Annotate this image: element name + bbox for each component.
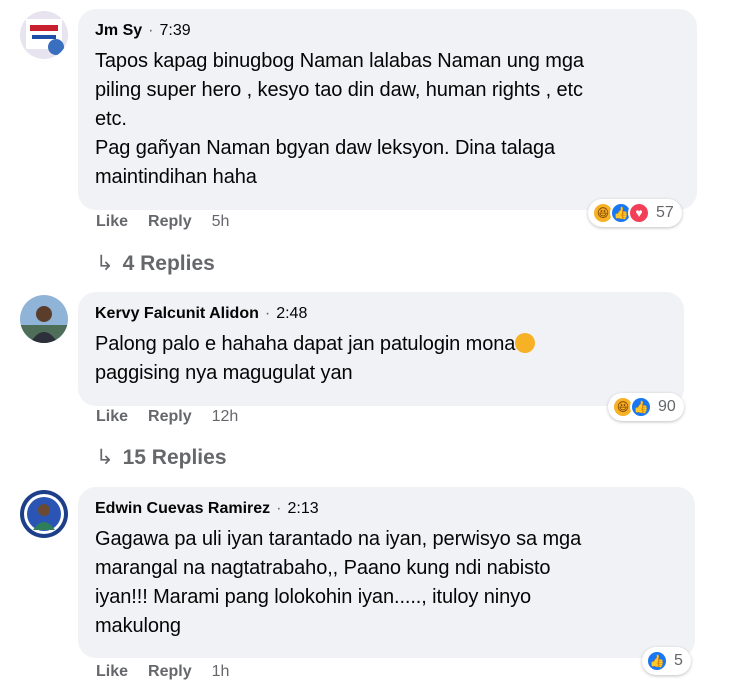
avatar[interactable]	[20, 490, 68, 538]
separator: ·	[148, 22, 154, 39]
reply-arrow-icon: ↳	[96, 446, 114, 469]
comment-bubble: Kervy Falcunit Alidon · 2:48 Palong palo e…	[78, 292, 684, 406]
reaction-summary[interactable]: 😆 👍 90	[608, 393, 684, 421]
comment-actions: Like Reply 5h	[96, 213, 249, 231]
reply-button[interactable]: Reply	[148, 213, 192, 231]
reaction-summary[interactable]: 😆 👍 ♥ 57	[588, 199, 682, 227]
comment-time[interactable]: 7:39	[159, 22, 190, 39]
reply-button[interactable]: Reply	[148, 408, 192, 426]
like-button[interactable]: Like	[96, 408, 128, 426]
comment-text: Gagawa pa uli iyan tarantado na iyan, pe…	[95, 528, 582, 637]
comment-header: Jm Sy · 7:39	[95, 21, 681, 41]
like-icon: 👍	[646, 650, 668, 672]
separator: ·	[276, 500, 282, 517]
reaction-summary[interactable]: 👍 5	[642, 647, 691, 675]
view-replies-link[interactable]: ↳ 15 Replies	[96, 445, 227, 470]
like-icon: 👍	[630, 396, 652, 418]
view-replies-link[interactable]: ↳ 4 Replies	[96, 251, 215, 276]
comment-time[interactable]: 2:48	[276, 305, 307, 322]
comment-age[interactable]: 5h	[212, 213, 230, 231]
comment-text-line: paggising nya magugulat yan	[95, 362, 353, 384]
comment-age[interactable]: 1h	[212, 663, 230, 681]
comment-age[interactable]: 12h	[212, 408, 239, 426]
comment-text: Palong palo e hahaha dapat jan patulogin…	[95, 330, 668, 388]
comment-bubble: Jm Sy · 7:39 Tapos kapag binugbog Naman la…	[78, 9, 697, 210]
love-icon: ♥	[628, 202, 650, 224]
comment-header: Edwin Cuevas Ramirez · 2:13	[95, 499, 679, 519]
comment-header: Kervy Falcunit Alidon · 2:48	[95, 304, 668, 324]
replies-count-label: 15 Replies	[122, 446, 227, 469]
separator: ·	[264, 305, 271, 322]
reply-arrow-icon: ↳	[96, 252, 114, 275]
like-button[interactable]: Like	[96, 663, 128, 681]
comment-bubble: Edwin Cuevas Ramirez · 2:13 Gagawa pa uli …	[78, 487, 695, 658]
reply-button[interactable]: Reply	[148, 663, 192, 681]
author-name[interactable]: Kervy Falcunit Alidon	[95, 305, 259, 322]
reaction-count: 90	[658, 398, 676, 415]
avatar[interactable]	[20, 295, 68, 343]
comment-text-line: Palong palo e hahaha dapat jan patulogin…	[95, 333, 516, 355]
comment-actions: Like Reply 1h	[96, 663, 249, 681]
comment-actions: Like Reply 12h	[96, 408, 258, 426]
comment-text: Tapos kapag binugbog Naman lalabas Naman…	[95, 50, 584, 188]
comment-time[interactable]: 2:13	[288, 500, 319, 517]
like-button[interactable]: Like	[96, 213, 128, 231]
replies-count-label: 4 Replies	[122, 252, 215, 275]
laughing-emoji-icon	[515, 333, 536, 353]
author-name[interactable]: Jm Sy	[95, 22, 142, 39]
reaction-count: 57	[656, 204, 674, 221]
reaction-count: 5	[674, 652, 683, 669]
avatar[interactable]	[20, 11, 68, 59]
author-name[interactable]: Edwin Cuevas Ramirez	[95, 500, 270, 517]
